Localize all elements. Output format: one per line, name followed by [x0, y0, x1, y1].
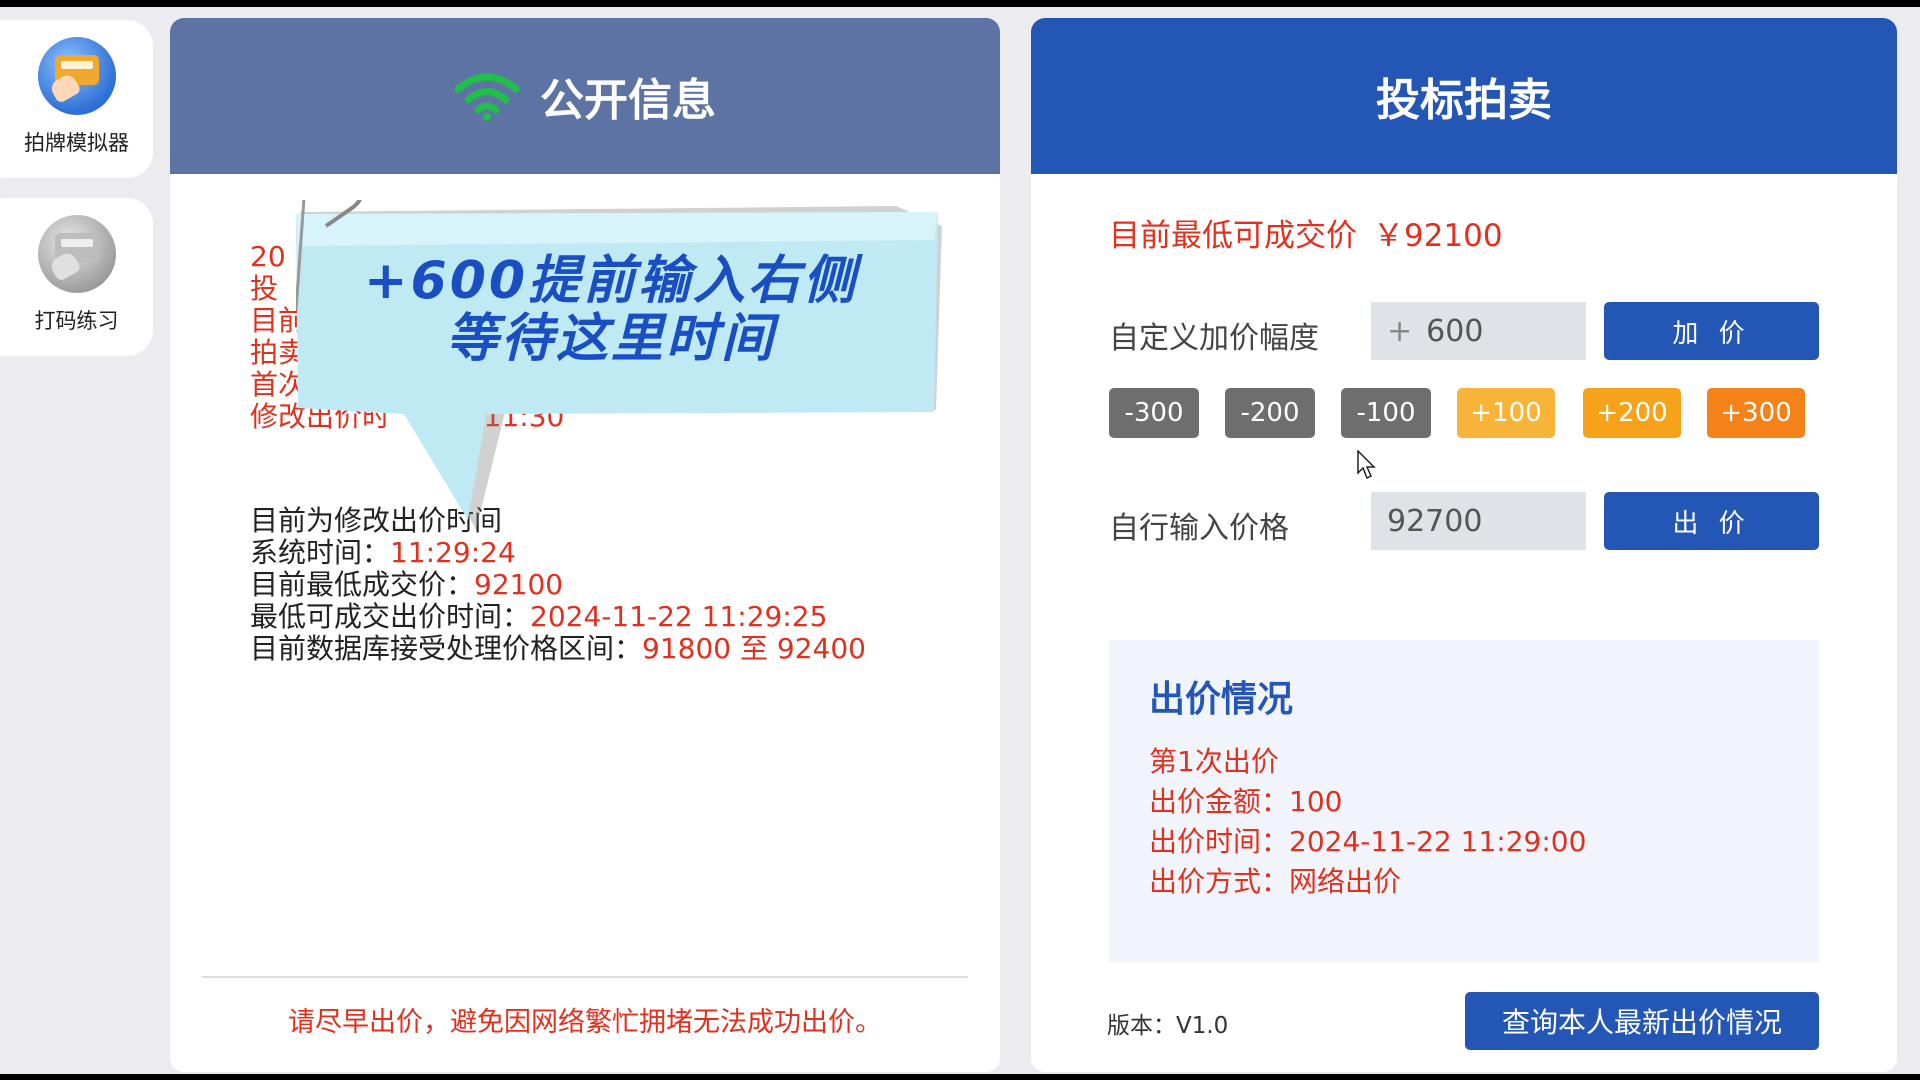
- bidding-header: 投标拍卖: [1031, 18, 1897, 174]
- bottom-border: [0, 1074, 1920, 1080]
- wifi-icon: [454, 71, 520, 121]
- bid-status-lines: 第1次出价 出价金额：100 出价时间：2024-11-22 11:29:00 …: [1149, 742, 1586, 902]
- public-info-title: 公开信息: [540, 75, 716, 126]
- bid-button[interactable]: 出 价: [1604, 492, 1819, 550]
- price-range-row: 目前数据库接受处理价格区间：91800 至 92400: [250, 632, 866, 665]
- bidding-title: 投标拍卖: [1376, 75, 1552, 126]
- divider: [202, 976, 968, 978]
- query-latest-bid-button[interactable]: 查询本人最新出价情况: [1465, 992, 1819, 1050]
- custom-increment-label: 自定义加价幅度: [1109, 321, 1319, 356]
- mouse-cursor-icon: [1357, 450, 1376, 480]
- lowest-price-row: 目前最低成交价：92100: [250, 568, 564, 601]
- plus-prefix: +: [1387, 313, 1413, 349]
- public-info-header: 公开信息: [170, 18, 1000, 174]
- bid-amount-row: 出价金额：100: [1149, 785, 1343, 818]
- bid-status-box: 出价情况 第1次出价 出价金额：100 出价时间：2024-11-22 11:2…: [1109, 640, 1819, 962]
- sidebar-item-label: 拍牌模拟器: [24, 131, 129, 155]
- sidebar-item-auction-simulator[interactable]: 拍牌模拟器: [0, 20, 153, 178]
- callout-sticker: +600提前输入右侧 等待这里时间: [296, 200, 946, 560]
- step-minus-100-button[interactable]: -100: [1341, 388, 1431, 438]
- manual-price-input[interactable]: 92700: [1371, 492, 1586, 550]
- manual-price-label: 自行输入价格: [1109, 511, 1289, 546]
- bid-status-title: 出价情况: [1149, 679, 1294, 720]
- bid-count: 第1次出价: [1149, 745, 1279, 778]
- sidebar-item-typing-practice[interactable]: 打码练习: [0, 198, 153, 356]
- callout-text: +600提前输入右侧 等待这里时间: [363, 251, 859, 369]
- step-plus-200-button[interactable]: +200: [1583, 388, 1681, 438]
- custom-increment-input[interactable]: + 600: [1371, 302, 1586, 360]
- version-text: 版本：V1.0: [1107, 1013, 1229, 1039]
- bid-method-row: 出价方式：网络出价: [1149, 865, 1402, 898]
- auction-simulator-icon: [37, 37, 116, 115]
- add-price-button[interactable]: 加 价: [1604, 302, 1819, 360]
- sidebar-item-label: 打码练习: [34, 309, 119, 333]
- warning-text: 请尽早出价，避免因网络繁忙拥堵无法成功出价。: [288, 1007, 882, 1038]
- bid-time-row: 出价时间：2024-11-22 11:29:00: [1149, 825, 1587, 858]
- lowest-time-row: 最低可成交出价时间：2024-11-22 11:29:25: [250, 600, 828, 633]
- step-minus-200-button[interactable]: -200: [1225, 388, 1315, 438]
- bidding-panel: 投标拍卖 目前最低可成交价 ￥92100 自定义加价幅度 + 600 加 价 -3…: [1031, 18, 1897, 1072]
- typing-practice-icon: [37, 215, 116, 293]
- step-plus-100-button[interactable]: +100: [1457, 388, 1555, 438]
- top-border: [0, 0, 1920, 7]
- lowest-deal-price: 目前最低可成交价 ￥92100: [1109, 218, 1503, 254]
- step-plus-300-button[interactable]: +300: [1707, 388, 1805, 438]
- step-minus-300-button[interactable]: -300: [1109, 388, 1199, 438]
